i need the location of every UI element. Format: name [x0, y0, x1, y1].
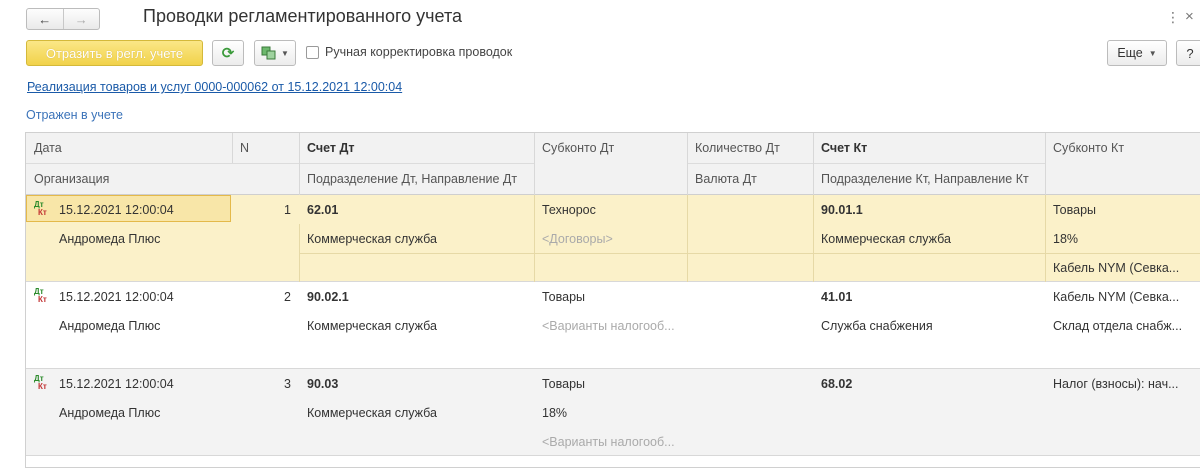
cell-account-dt[interactable]: 90.03 — [299, 369, 534, 398]
table-row[interactable]: Дт Кт 15.12.2021 12:00:04 1 62.01 Техноро… — [26, 195, 1200, 282]
cell-dept-kt[interactable]: Служба снабжения — [813, 311, 1045, 340]
cell-subconto-kt-1[interactable]: Товары — [1045, 195, 1200, 224]
table-row[interactable]: Дт Кт 15.12.2021 12:00:04 3 90.03 Товары … — [26, 369, 1200, 456]
cell-subconto-dt-1[interactable]: Товары — [534, 369, 687, 398]
cell-organization[interactable]: Андромеда Плюс — [51, 398, 299, 427]
column-header-subconto-kt[interactable]: Субконто Кт — [1045, 133, 1200, 163]
cell-account-dt[interactable]: 62.01 — [299, 195, 534, 224]
column-header-currency-dt[interactable]: Валюта Дт — [687, 164, 813, 194]
column-header-account-dt[interactable]: Счет Дт — [299, 133, 534, 163]
cell-subconto-kt-1[interactable]: Налог (взносы): нач... — [1045, 369, 1200, 398]
cell-subconto-kt-2[interactable]: 18% — [1045, 224, 1200, 253]
document-link[interactable]: Реализация товаров и услуг 0000-000062 о… — [27, 80, 402, 94]
column-header-qty-dt[interactable]: Количество Дт — [687, 133, 813, 163]
chevron-down-icon: ▼ — [281, 48, 289, 58]
cell-subconto-dt-2[interactable]: <Договоры> — [534, 224, 687, 253]
cell-subconto-kt-2[interactable]: Склад отдела снабж... — [1045, 311, 1200, 340]
cell-date[interactable]: 15.12.2021 12:00:04 — [51, 369, 232, 398]
post-to-accounting-button[interactable]: Отразить в регл. учете — [26, 40, 203, 66]
nav-buttons: ← → — [26, 8, 100, 30]
cell-organization[interactable]: Андромеда Плюс — [51, 224, 299, 253]
column-header-dept-dt[interactable]: Подразделение Дт, Направление Дт — [299, 164, 534, 194]
cell-dept-kt[interactable]: Коммерческая служба — [813, 224, 1045, 253]
kebab-menu-icon[interactable]: ⋮ — [1166, 10, 1180, 24]
cell-subconto-kt-3[interactable]: Кабель NYM (Севка... — [1045, 253, 1200, 282]
cell-subconto-dt-2[interactable]: 18% — [534, 398, 687, 427]
chevron-down-icon: ▼ — [1148, 48, 1157, 58]
column-header-subconto-dt[interactable]: Субконто Дт — [534, 133, 687, 163]
forward-arrow-icon[interactable]: → — [64, 9, 100, 29]
cell-n[interactable]: 2 — [232, 282, 299, 311]
cell-subconto-kt-1[interactable]: Кабель NYM (Севка... — [1045, 282, 1200, 311]
structure-menu-button[interactable]: ▼ — [254, 40, 296, 66]
window-title: Проводки регламентированного учета — [143, 6, 463, 26]
back-arrow-icon[interactable]: ← — [27, 9, 64, 29]
document-structure-icon — [261, 46, 276, 60]
more-button[interactable]: Еще ▼ — [1107, 40, 1167, 66]
posting-dt-kt-icon: Дт Кт — [34, 374, 47, 391]
posting-dt-kt-icon: Дт Кт — [34, 200, 47, 217]
cell-subconto-dt-1[interactable]: Технорос — [534, 195, 687, 224]
postings-table: Дата N Счет Дт Субконто Дт Количество Дт… — [25, 132, 1200, 468]
refresh-icon: ⟳ — [221, 45, 235, 62]
manual-correction-label: Ручная корректировка проводок — [325, 45, 513, 59]
cell-dept-dt[interactable]: Коммерческая служба — [299, 224, 534, 253]
table-header: Дата N Счет Дт Субконто Дт Количество Дт… — [26, 133, 1200, 195]
cell-account-kt[interactable]: 41.01 — [813, 282, 1045, 311]
cell-n[interactable]: 1 — [232, 195, 299, 224]
close-icon[interactable]: × — [1185, 8, 1194, 25]
cell-account-kt[interactable]: 90.01.1 — [813, 195, 1045, 224]
cell-account-dt[interactable]: 90.02.1 — [299, 282, 534, 311]
column-header-account-kt[interactable]: Счет Кт — [813, 133, 1045, 163]
manual-correction-checkbox[interactable] — [306, 45, 319, 59]
table-row[interactable]: Дт Кт 15.12.2021 12:00:04 2 90.02.1 Товар… — [26, 282, 1200, 369]
column-header-date[interactable]: Дата — [26, 133, 232, 163]
cell-organization[interactable]: Андромеда Плюс — [51, 311, 299, 340]
cell-subconto-dt-1[interactable]: Товары — [534, 282, 687, 311]
cell-n[interactable]: 3 — [232, 369, 299, 398]
cell-account-kt[interactable]: 68.02 — [813, 369, 1045, 398]
posting-dt-kt-icon: Дт Кт — [34, 287, 47, 304]
column-header-organization[interactable]: Организация — [26, 164, 299, 194]
more-button-label: Еще — [1117, 46, 1143, 60]
cell-dept-dt[interactable]: Коммерческая служба — [299, 398, 534, 427]
cell-date[interactable]: 15.12.2021 12:00:04 — [51, 195, 232, 224]
cell-date[interactable]: 15.12.2021 12:00:04 — [51, 282, 232, 311]
status-text: Отражен в учете — [26, 108, 123, 122]
help-button[interactable]: ? — [1176, 40, 1200, 66]
refresh-button[interactable]: ⟳ — [212, 40, 244, 66]
cell-dept-dt[interactable]: Коммерческая служба — [299, 311, 534, 340]
column-header-dept-kt[interactable]: Подразделение Кт, Направление Кт — [813, 164, 1045, 194]
manual-correction-toggle[interactable]: Ручная корректировка проводок — [306, 45, 512, 59]
cell-subconto-dt-2[interactable]: <Варианты налогооб... — [534, 311, 687, 340]
cell-subconto-dt-3[interactable]: <Варианты налогооб... — [534, 427, 687, 456]
column-header-n[interactable]: N — [232, 133, 299, 163]
